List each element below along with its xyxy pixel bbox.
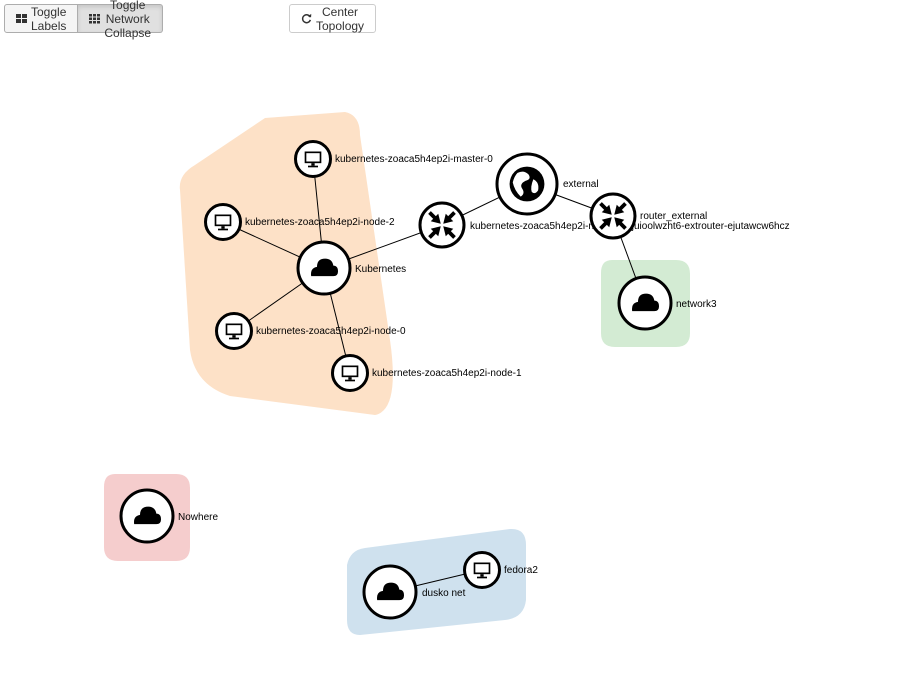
node-label: Kubernetes <box>355 264 406 275</box>
globe-icon <box>509 166 545 202</box>
node-label: kubernetes-zoaca5h4ep2i-node-1 <box>372 368 522 379</box>
node-master-0[interactable]: kubernetes-zoaca5h4ep2i-master-0 <box>294 140 494 178</box>
node-label: fedora2 <box>504 565 538 576</box>
node-label: external <box>563 179 599 190</box>
node-label: kubernetes-zoaca5h4ep2i-node-2 <box>245 217 395 228</box>
node-label: kubernetes-zoaca5h4ep2i-node-0 <box>256 326 406 337</box>
node-label: router_external <box>640 211 707 222</box>
node-label: Nowhere <box>178 512 218 523</box>
node-label: kubernetes-zoaca5h4ep2i-master-0 <box>335 154 493 165</box>
topology-canvas[interactable]: kubernetes-zoaca5h4ep2i-master-0 kuberne… <box>0 0 909 674</box>
node-node-1[interactable]: kubernetes-zoaca5h4ep2i-node-1 <box>331 354 522 392</box>
node-label: dusko net <box>422 588 466 599</box>
node-label: network3 <box>676 299 717 310</box>
